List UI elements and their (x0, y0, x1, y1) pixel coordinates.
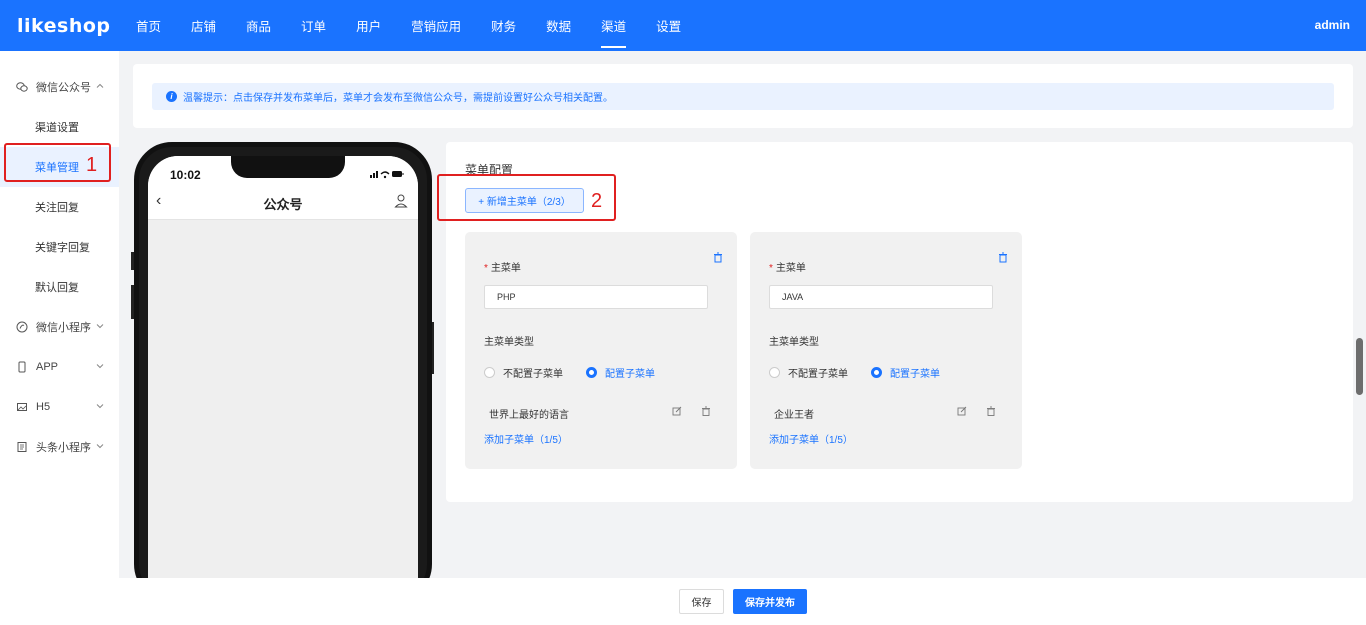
radio-label[interactable]: 不配置子菜单 (503, 365, 563, 380)
trash-icon[interactable] (998, 252, 1008, 263)
signal-wifi-battery-icon (370, 169, 404, 181)
notice-text: 温馨提示：点击保存并发布菜单后，菜单才会发布至微信公众号，需提前设置好公众号相关… (183, 93, 613, 104)
phone-nav-header: ‹ 公众号 (148, 188, 418, 220)
save-and-publish-button[interactable]: 保存并发布 (733, 589, 807, 614)
sidebar-group-mini-program[interactable]: 微信小程序 (0, 307, 119, 347)
main-menu-name-input[interactable]: PHP (484, 285, 708, 309)
edit-icon[interactable] (957, 406, 967, 416)
main-menu-card: * 主菜单 PHP 主菜单类型 不配置子菜单 配置子菜单 世界上最好的语言 添加子… (465, 232, 737, 469)
chevron-up-icon (96, 83, 104, 88)
menu-type-radio-group: 不配置子菜单 配置子菜单 (484, 365, 678, 380)
menu-type-label: 主菜单类型 (484, 337, 534, 348)
sidebar: 微信公众号 渠道设置 菜单管理 关注回复 关键字回复 默认回复 微信小程序 AP… (0, 51, 119, 578)
radio-submenu[interactable] (586, 367, 597, 378)
nav-store[interactable]: 店铺 (191, 0, 216, 51)
main-menu-card: * 主菜单 JAVA 主菜单类型 不配置子菜单 配置子菜单 企业王者 添加子菜单（… (750, 232, 1022, 469)
wechat-icon (16, 81, 28, 93)
scrollbar[interactable] (1356, 338, 1363, 395)
main-menu-name-input[interactable]: JAVA (769, 285, 993, 309)
phone-notch (231, 156, 345, 178)
main-menu-label: * 主菜单 (769, 263, 806, 274)
sidebar-item-follow-reply[interactable]: 关注回复 (0, 187, 119, 227)
edit-icon[interactable] (672, 406, 682, 416)
radio-label[interactable]: 不配置子菜单 (788, 365, 848, 380)
sidebar-group-wechat-oa[interactable]: 微信公众号 (0, 67, 119, 107)
nav-home[interactable]: 首页 (136, 0, 161, 51)
phone-icon (16, 361, 28, 373)
nav-goods[interactable]: 商品 (246, 0, 271, 51)
logo[interactable]: likeshop (0, 15, 120, 37)
sidebar-item-default-reply[interactable]: 默认回复 (0, 267, 119, 307)
sidebar-group-label: 微信小程序 (36, 322, 91, 334)
annotation-box (437, 174, 616, 221)
info-icon: i (166, 91, 177, 102)
menu-type-label: 主菜单类型 (769, 337, 819, 348)
nav-data[interactable]: 数据 (546, 0, 571, 51)
phone-screen: 10:02 ‹ 公众号 (148, 156, 418, 597)
trash-icon[interactable] (713, 252, 723, 263)
radio-submenu[interactable] (871, 367, 882, 378)
phone-preview: 10:02 ‹ 公众号 (134, 142, 432, 602)
sidebar-item-keyword-reply[interactable]: 关键字回复 (0, 227, 119, 267)
sidebar-group-label: H5 (36, 401, 51, 413)
annotation-number: 1 (86, 154, 98, 176)
sidebar-group-label: 微信公众号 (36, 82, 91, 94)
radio-no-submenu[interactable] (484, 367, 495, 378)
add-submenu-link[interactable]: 添加子菜单（1/5） (769, 431, 853, 446)
main-menu-label: * 主菜单 (484, 263, 521, 274)
phone-time: 10:02 (170, 168, 201, 182)
annotation-number: 2 (591, 190, 603, 212)
top-navbar: likeshop 首页 店铺 商品 订单 用户 营销应用 财务 数据 渠道 设置… (0, 0, 1366, 51)
main-nav: 首页 店铺 商品 订单 用户 营销应用 财务 数据 渠道 设置 (136, 0, 711, 51)
chevron-down-icon (96, 444, 104, 449)
chevron-down-icon (96, 324, 104, 329)
nav-users[interactable]: 用户 (356, 0, 381, 51)
nav-orders[interactable]: 订单 (301, 0, 326, 51)
nav-settings[interactable]: 设置 (656, 0, 681, 51)
sidebar-group-app[interactable]: APP (0, 347, 119, 387)
radio-label[interactable]: 配置子菜单 (890, 365, 940, 380)
user-icon (394, 194, 408, 208)
radio-label[interactable]: 配置子菜单 (605, 365, 655, 380)
nav-finance[interactable]: 财务 (491, 0, 516, 51)
sidebar-group-label: 头条小程序 (36, 442, 91, 454)
menu-type-radio-group: 不配置子菜单 配置子菜单 (769, 365, 963, 380)
trash-icon[interactable] (986, 406, 996, 416)
save-button[interactable]: 保存 (679, 589, 724, 614)
mini-program-icon (16, 321, 28, 333)
add-submenu-link[interactable]: 添加子菜单（1/5） (484, 431, 568, 446)
radio-no-submenu[interactable] (769, 367, 780, 378)
chevron-down-icon (96, 404, 104, 409)
phone-status-bar: 10:02 (148, 156, 418, 188)
notice-panel: i 温馨提示：点击保存并发布菜单后，菜单才会发布至微信公众号，需提前设置好公众号… (133, 64, 1353, 128)
submenu-item: 企业王者 (774, 410, 814, 421)
user-menu[interactable]: admin (1315, 18, 1350, 32)
sidebar-item-channel-settings[interactable]: 渠道设置 (0, 107, 119, 147)
phone-title: 公众号 (263, 197, 303, 212)
nav-marketing[interactable]: 营销应用 (411, 0, 461, 51)
submenu-item: 世界上最好的语言 (489, 410, 569, 421)
notice-banner: i 温馨提示：点击保存并发布菜单后，菜单才会发布至微信公众号，需提前设置好公众号… (152, 83, 1334, 110)
sidebar-group-h5[interactable]: H5 (0, 387, 119, 427)
image-icon (16, 401, 28, 413)
sidebar-group-toutiao[interactable]: 头条小程序 (0, 427, 119, 467)
chevron-down-icon (96, 364, 104, 369)
bottom-action-bar: 保存 保存并发布 (0, 578, 1366, 625)
sidebar-group-label: APP (36, 361, 59, 373)
trash-icon[interactable] (701, 406, 711, 416)
nav-channel[interactable]: 渠道 (601, 0, 627, 51)
document-icon (16, 441, 28, 453)
